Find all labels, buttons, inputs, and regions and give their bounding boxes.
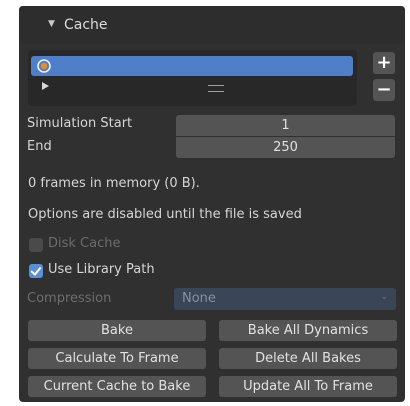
collapse-triangle-icon[interactable]: ▼ [48, 19, 55, 29]
delete-all-bakes-button[interactable]: Delete All Bakes [219, 348, 397, 369]
use-library-path-checkbox[interactable] [29, 264, 43, 278]
frames-in-memory-text: 0 frames in memory (0 B). [28, 176, 200, 191]
end-field[interactable]: 250 [176, 137, 395, 158]
bake-button[interactable]: Bake [28, 320, 206, 341]
use-library-path-label: Use Library Path [48, 262, 155, 277]
simulation-start-field[interactable]: 1 [176, 115, 395, 136]
end-label: End [27, 139, 52, 154]
panel-title: Cache [64, 17, 108, 33]
current-cache-to-bake-button[interactable]: Current Cache to Bake [28, 376, 206, 397]
disk-cache-checkbox[interactable] [29, 238, 43, 252]
simulation-start-label: Simulation Start [27, 116, 133, 131]
compression-value: None [182, 291, 216, 306]
disk-cache-label: Disk Cache [48, 236, 121, 251]
bake-all-dynamics-button[interactable]: Bake All Dynamics [219, 320, 397, 341]
panel-header[interactable]: ▼ Cache [19, 6, 405, 44]
resize-grip-icon[interactable] [208, 85, 224, 92]
cache-list [28, 50, 357, 106]
cache-list-item[interactable] [31, 56, 353, 76]
update-all-to-frame-button[interactable]: Update All To Frame [219, 376, 397, 397]
remove-cache-button[interactable]: − [373, 79, 395, 101]
calculate-to-frame-button[interactable]: Calculate To Frame [28, 348, 206, 369]
expand-list-icon[interactable] [42, 82, 49, 90]
compression-select[interactable]: None ⌄ [174, 288, 396, 310]
options-disabled-text: Options are disabled until the file is s… [28, 207, 302, 222]
cache-panel: ▼ Cache + − Simulation Start 1 End 250 0… [19, 6, 405, 402]
point-cache-icon [37, 59, 51, 73]
chevron-down-icon: ⌄ [380, 292, 388, 302]
compression-label: Compression [27, 291, 112, 306]
add-cache-button[interactable]: + [373, 52, 395, 74]
